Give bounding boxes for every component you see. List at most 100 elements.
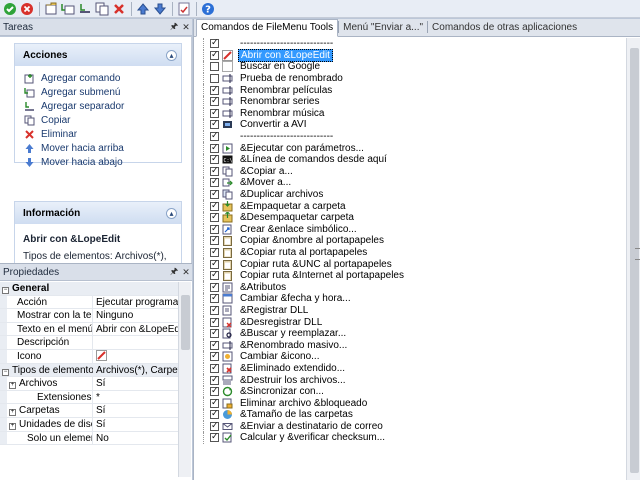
property-row[interactable]: Mostrar con la tecla Ninguno <box>0 309 178 323</box>
action-add-command[interactable]: Agregar comando <box>15 71 181 85</box>
command-checkbox[interactable] <box>210 38 219 49</box>
close-icon[interactable]: ✕ <box>180 267 192 278</box>
property-row[interactable]: + Archivos Sí <box>0 377 178 391</box>
properties-scrollbar[interactable] <box>178 282 191 477</box>
action-move-up[interactable]: Mover hacia arriba <box>15 141 181 155</box>
command-row[interactable]: &Sincronizar con... <box>194 385 626 398</box>
tab-2[interactable]: Comandos de otras aplicaciones <box>428 20 581 36</box>
expand-icon[interactable]: + <box>9 382 16 390</box>
property-row[interactable]: Descripción <box>0 336 178 350</box>
property-row[interactable]: Extensiones * <box>0 390 178 405</box>
command-row[interactable]: &Duplicar archivos <box>194 188 626 201</box>
add-separator-icon[interactable] <box>77 1 93 17</box>
add-command-icon[interactable] <box>43 1 59 17</box>
command-row[interactable]: &Tamaño de las carpetas <box>194 408 626 421</box>
info-group-header[interactable]: Información ▴ <box>15 202 181 224</box>
command-row[interactable]: &Renombrado masivo... <box>194 339 626 351</box>
command-row[interactable]: &Buscar y reemplazar... <box>194 327 626 340</box>
cancel-icon[interactable] <box>19 1 35 17</box>
collapse-icon[interactable]: ▴ <box>166 207 177 219</box>
command-checkbox[interactable] <box>210 74 219 84</box>
command-row[interactable]: &Enviar a destinatario de correo <box>194 420 626 433</box>
command-checkbox[interactable] <box>210 211 219 223</box>
command-row[interactable]: &Ejecutar con parámetros... <box>194 142 626 154</box>
scroll-thumb[interactable] <box>181 295 190 350</box>
command-row[interactable]: Abrir con &LopeEdit <box>194 48 626 62</box>
command-checkbox[interactable] <box>210 374 219 385</box>
command-checkbox[interactable] <box>210 304 219 315</box>
command-checkbox[interactable] <box>210 223 219 234</box>
command-row[interactable]: &Empaquetar a carpeta <box>194 200 626 212</box>
command-row[interactable]: &Copiar a... <box>194 165 626 178</box>
collapse-icon[interactable]: − <box>2 368 9 376</box>
collapse-icon[interactable]: − <box>2 287 9 294</box>
command-row[interactable]: &Desregistrar DLL <box>194 316 626 328</box>
command-row[interactable]: Calcular y &verificar checksum... <box>194 431 626 444</box>
add-submenu-icon[interactable] <box>60 1 76 17</box>
command-checkbox[interactable] <box>210 408 219 420</box>
command-checkbox[interactable] <box>210 165 219 176</box>
command-row[interactable]: Renombrar series <box>194 95 626 108</box>
command-checkbox[interactable] <box>210 316 219 327</box>
property-row[interactable]: Icono <box>0 349 178 364</box>
command-checkbox[interactable] <box>210 49 219 60</box>
command-checkbox[interactable] <box>210 385 219 397</box>
command-checkbox[interactable] <box>210 118 219 130</box>
apply-icon[interactable] <box>176 1 192 17</box>
command-row[interactable]: &Registrar DLL <box>194 304 626 317</box>
copy-icon[interactable] <box>94 1 110 17</box>
command-checkbox[interactable] <box>210 62 219 72</box>
command-row[interactable]: ---------------------------- <box>194 38 626 50</box>
command-checkbox[interactable] <box>210 188 219 200</box>
command-row[interactable]: C:\ &Línea de comandos desde aquí <box>194 153 626 166</box>
property-row[interactable]: Texto en el menú Abrir con &LopeEdit <box>0 322 178 337</box>
command-checkbox[interactable] <box>210 292 219 304</box>
pin-icon[interactable]: 🖈 <box>168 264 180 280</box>
command-row[interactable]: &Eliminado extendido... <box>194 362 626 375</box>
command-checkbox[interactable] <box>210 258 219 269</box>
property-row[interactable]: + Carpetas Sí <box>0 404 178 418</box>
command-checkbox[interactable] <box>210 269 219 281</box>
command-checkbox[interactable] <box>210 153 219 165</box>
command-checkbox[interactable] <box>210 176 219 188</box>
ok-icon[interactable] <box>2 1 18 17</box>
command-row[interactable]: Copiar &nombre al portapapeles <box>194 234 626 247</box>
command-row[interactable]: Crear &enlace simbólico... <box>194 223 626 236</box>
scroll-thumb[interactable] <box>630 48 640 473</box>
command-row[interactable]: ---------------------------- <box>194 130 626 143</box>
command-row[interactable]: &Desempaquetar carpeta <box>194 211 626 224</box>
command-checkbox[interactable] <box>210 234 219 246</box>
action-add-separator[interactable]: Agregar separador <box>15 99 181 113</box>
command-row[interactable]: Renombrar música <box>194 107 626 120</box>
delete-icon[interactable] <box>111 1 127 17</box>
command-checkbox[interactable] <box>210 200 219 211</box>
action-delete[interactable]: Eliminar <box>15 127 181 141</box>
command-row[interactable]: Convertir a AVI <box>194 118 626 131</box>
move-down-icon[interactable] <box>152 1 168 17</box>
command-checkbox[interactable] <box>210 281 219 292</box>
commands-scrollbar[interactable] <box>626 38 640 480</box>
command-checkbox[interactable] <box>210 95 219 107</box>
command-row[interactable]: &Mover a... <box>194 176 626 189</box>
command-checkbox[interactable] <box>210 84 219 95</box>
property-category[interactable]: −Tipos de elementosArchivos(*), Carpetas… <box>0 363 178 378</box>
command-checkbox[interactable] <box>210 397 219 408</box>
command-checkbox[interactable] <box>210 130 219 142</box>
command-row[interactable]: Renombrar películas <box>194 84 626 96</box>
help-icon[interactable]: ? <box>200 1 216 17</box>
command-row[interactable]: &Atributos <box>194 281 626 293</box>
command-checkbox[interactable] <box>210 431 219 443</box>
command-row[interactable]: Cambiar &icono... <box>194 350 626 363</box>
command-row[interactable]: Eliminar archivo &bloqueado <box>194 397 626 409</box>
command-row[interactable]: Copiar ruta &Internet al portapapeles <box>194 269 626 282</box>
expand-icon[interactable]: + <box>9 422 16 430</box>
command-checkbox[interactable] <box>210 107 219 118</box>
collapse-icon[interactable]: ▴ <box>166 49 177 61</box>
command-checkbox[interactable] <box>210 362 219 373</box>
command-row[interactable]: &Destruir los archivos... <box>194 374 626 386</box>
command-checkbox[interactable] <box>210 350 219 362</box>
action-add-submenu[interactable]: Agregar submenú <box>15 85 181 99</box>
move-up-icon[interactable] <box>135 1 151 17</box>
tab-1[interactable]: Menú "Enviar a..." <box>339 20 427 36</box>
command-checkbox[interactable] <box>210 142 219 153</box>
